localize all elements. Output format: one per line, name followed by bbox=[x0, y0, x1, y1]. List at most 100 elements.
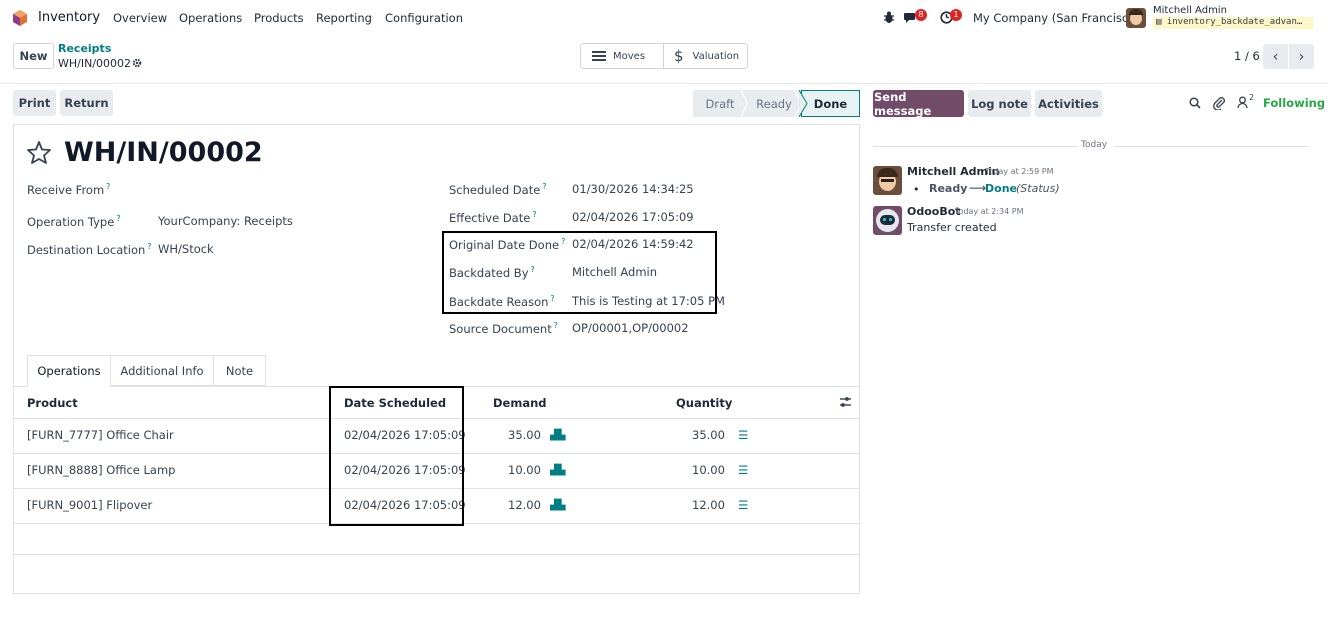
message-time: Today at 2:34 PM bbox=[955, 207, 1024, 216]
print-button[interactable]: Print bbox=[13, 90, 56, 116]
top-navbar: Inventory Overview Operations Products R… bbox=[0, 0, 1328, 36]
new-button[interactable]: New bbox=[13, 43, 54, 69]
db-name-label: ▤ inventory_backdate_advan… bbox=[1153, 17, 1313, 29]
database-icon: ▤ bbox=[1156, 17, 1167, 27]
tab-note[interactable]: Note bbox=[214, 355, 266, 386]
list-icon bbox=[592, 49, 606, 63]
tab-operations[interactable]: Operations bbox=[27, 355, 111, 387]
star-icon[interactable] bbox=[26, 140, 52, 165]
followers-icon[interactable] bbox=[1237, 96, 1248, 109]
menu-configuration[interactable]: Configuration bbox=[385, 11, 463, 25]
field-value-scheduled-date[interactable]: 01/30/2026 14:34:25 bbox=[572, 182, 694, 196]
forecast-chart-icon[interactable]: ▟▙ bbox=[550, 500, 565, 511]
chevron-right-icon: › bbox=[1298, 48, 1305, 65]
form-sheet: WH/IN/00002 Receive From? Operation Type… bbox=[13, 124, 860, 594]
avatar[interactable] bbox=[873, 166, 902, 195]
date-divider-today: Today bbox=[1081, 140, 1108, 150]
user-name[interactable]: Mitchell Admin bbox=[1153, 5, 1227, 16]
menu-products[interactable]: Products bbox=[254, 11, 304, 25]
detailed-operations-icon[interactable]: ☰ bbox=[738, 428, 748, 442]
status-bar: Draft Ready Done bbox=[693, 90, 860, 117]
help-icon[interactable]: ? bbox=[542, 182, 546, 191]
moves-label: Moves bbox=[613, 50, 646, 62]
gear-icon[interactable] bbox=[132, 58, 142, 68]
log-note-button[interactable]: Log note bbox=[968, 90, 1031, 117]
detailed-operations-icon[interactable]: ☰ bbox=[738, 463, 748, 477]
message-time: Today at 2:59 PM bbox=[985, 167, 1054, 176]
field-label-effective-date: Effective Date? bbox=[449, 210, 537, 225]
pager-previous-button[interactable]: ‹ bbox=[1263, 44, 1288, 69]
dollar-icon: $ bbox=[674, 47, 684, 65]
app-name[interactable]: Inventory bbox=[38, 10, 100, 25]
tab-additional-info[interactable]: Additional Info bbox=[111, 355, 214, 386]
breadcrumb-receipts[interactable]: Receipts bbox=[58, 42, 111, 55]
cell-demand[interactable]: 10.00 bbox=[508, 463, 541, 477]
cell-product[interactable]: [FURN_7777] Office Chair bbox=[27, 428, 174, 442]
chevron-left-icon: ‹ bbox=[1272, 48, 1279, 65]
company-switcher[interactable]: My Company (San Francisco) bbox=[973, 11, 1140, 25]
field-value-source-document[interactable]: OP/00001,OP/00002 bbox=[572, 321, 689, 335]
cell-quantity[interactable]: 35.00 bbox=[692, 428, 725, 442]
app-logo-icon[interactable] bbox=[12, 10, 28, 26]
menu-reporting[interactable]: Reporting bbox=[316, 11, 372, 25]
return-button[interactable]: Return bbox=[60, 90, 113, 116]
field-label-source-document: Source Document? bbox=[449, 321, 558, 336]
help-icon[interactable]: ? bbox=[106, 182, 110, 191]
followers-count[interactable]: 2 bbox=[1249, 93, 1254, 102]
chatter-panel: Send message Log note Activities 2 Follo… bbox=[860, 84, 1328, 620]
field-label-receive-from: Receive From? bbox=[27, 182, 111, 197]
valuation-smart-button[interactable]: $ Valuation bbox=[663, 43, 748, 69]
record-title: WH/IN/00002 bbox=[64, 137, 263, 168]
valuation-label: Valuation bbox=[692, 50, 740, 62]
cell-product[interactable]: [FURN_8888] Office Lamp bbox=[27, 463, 175, 477]
arrow-right-icon: ⟶ bbox=[969, 181, 987, 195]
activities-button[interactable]: Activities bbox=[1035, 90, 1102, 117]
menu-operations[interactable]: Operations bbox=[179, 11, 242, 25]
messages-badge: 8 bbox=[915, 9, 927, 21]
send-message-button[interactable]: Send message bbox=[873, 90, 964, 118]
pager-next-button[interactable]: › bbox=[1289, 44, 1314, 69]
tracking-old-value: Ready bbox=[929, 182, 968, 195]
table-footer-divider bbox=[14, 554, 859, 555]
field-label-operation-type: Operation Type? bbox=[27, 214, 121, 229]
optional-columns-icon[interactable] bbox=[839, 396, 852, 408]
help-icon[interactable]: ? bbox=[147, 242, 151, 251]
detailed-operations-icon[interactable]: ☰ bbox=[738, 498, 748, 512]
help-icon[interactable]: ? bbox=[116, 214, 120, 223]
highlight-date-scheduled-column bbox=[329, 386, 464, 526]
column-header-quantity[interactable]: Quantity bbox=[676, 396, 732, 410]
tracking-field: (Status) bbox=[1016, 182, 1060, 195]
menu-overview[interactable]: Overview bbox=[113, 11, 167, 25]
date-divider-left bbox=[873, 146, 1078, 147]
forecast-chart-icon[interactable]: ▟▙ bbox=[550, 430, 565, 441]
activity-badge: 1 bbox=[950, 9, 962, 21]
help-icon[interactable]: ? bbox=[554, 321, 558, 330]
message-body: Transfer created bbox=[907, 221, 997, 234]
cell-demand[interactable]: 35.00 bbox=[508, 428, 541, 442]
date-divider-right bbox=[1114, 146, 1309, 147]
highlight-backdate-fields bbox=[442, 231, 717, 314]
moves-smart-button[interactable]: Moves bbox=[580, 43, 664, 69]
message-author[interactable]: OdooBot bbox=[907, 205, 961, 218]
user-avatar[interactable] bbox=[1126, 8, 1146, 28]
column-header-product[interactable]: Product bbox=[27, 396, 78, 410]
pager-value[interactable]: 1 / 6 bbox=[1234, 49, 1260, 63]
forecast-chart-icon[interactable]: ▟▙ bbox=[550, 465, 565, 476]
status-done-arrow bbox=[799, 90, 808, 117]
help-icon[interactable]: ? bbox=[532, 210, 536, 219]
field-value-operation-type[interactable]: YourCompany: Receipts bbox=[158, 214, 293, 228]
following-button[interactable]: Following bbox=[1263, 96, 1325, 110]
cell-quantity[interactable]: 12.00 bbox=[692, 498, 725, 512]
status-done[interactable]: Done bbox=[801, 90, 860, 117]
field-value-destination-location[interactable]: WH/Stock bbox=[158, 242, 214, 256]
paperclip-icon[interactable] bbox=[1213, 96, 1226, 110]
search-icon[interactable] bbox=[1189, 97, 1201, 109]
cell-demand[interactable]: 12.00 bbox=[508, 498, 541, 512]
cell-product[interactable]: [FURN_9001] Flipover bbox=[27, 498, 152, 512]
tracking-new-value: Done bbox=[985, 182, 1017, 195]
cell-quantity[interactable]: 10.00 bbox=[692, 463, 725, 477]
bug-icon[interactable] bbox=[883, 11, 895, 24]
field-label-scheduled-date: Scheduled Date? bbox=[449, 182, 547, 197]
column-header-demand[interactable]: Demand bbox=[493, 396, 547, 410]
avatar[interactable] bbox=[873, 206, 902, 235]
